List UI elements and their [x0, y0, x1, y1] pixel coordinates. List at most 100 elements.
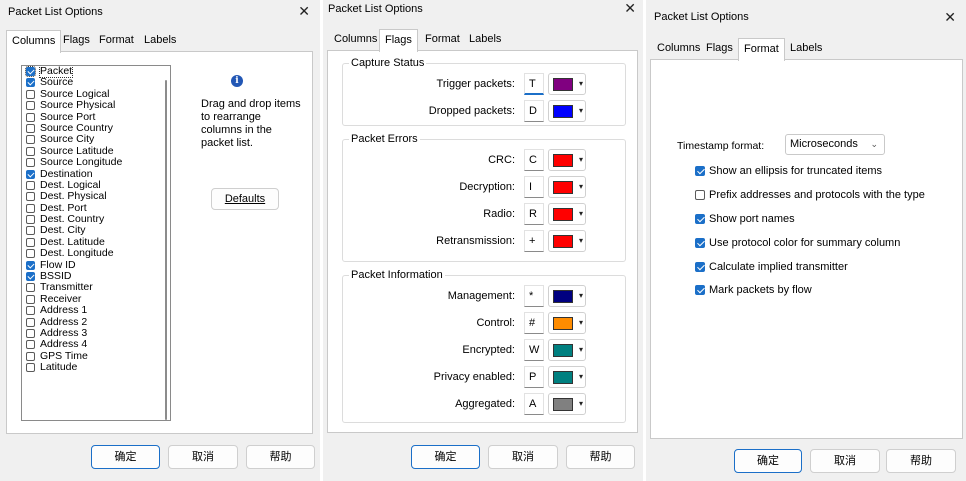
ok-button[interactable]: 确定 [411, 445, 480, 469]
color-picker-button[interactable]: ▾ [548, 73, 586, 95]
column-checkbox[interactable] [26, 249, 35, 259]
column-checkbox[interactable] [26, 112, 35, 122]
column-checkbox[interactable] [26, 135, 35, 145]
column-checkbox[interactable] [26, 294, 35, 304]
option-checkbox[interactable] [695, 214, 705, 224]
flag-char-input[interactable]: + [524, 230, 544, 252]
column-checkbox[interactable] [26, 89, 35, 99]
tab-flags[interactable]: Flags [701, 38, 738, 60]
option-checkbox[interactable] [695, 238, 705, 248]
column-checkbox[interactable] [26, 237, 35, 247]
column-checkbox[interactable] [26, 260, 35, 270]
tab-flags[interactable]: Flags [379, 29, 418, 52]
flag-char-input[interactable]: C [524, 149, 544, 171]
column-list-item[interactable]: Latitude [22, 361, 170, 373]
tab-columns[interactable]: Columns [652, 38, 705, 60]
color-picker-button[interactable]: ▾ [548, 285, 586, 307]
color-picker-button[interactable]: ▾ [548, 366, 586, 388]
cancel-button[interactable]: 取消 [810, 449, 880, 473]
close-icon[interactable]: ✕ [298, 3, 310, 19]
column-checkbox[interactable] [26, 169, 35, 179]
option-checkbox[interactable] [695, 190, 705, 200]
flag-char-input[interactable]: A [524, 393, 544, 415]
column-checkbox[interactable] [26, 283, 35, 293]
column-checkbox[interactable] [26, 146, 35, 156]
chevron-down-icon: ▾ [578, 291, 583, 300]
column-checkbox[interactable] [26, 158, 35, 168]
help-button[interactable]: 帮助 [566, 445, 635, 469]
chevron-down-icon: ▾ [578, 399, 583, 408]
color-picker-button[interactable]: ▾ [548, 312, 586, 334]
color-picker-button[interactable]: ▾ [548, 149, 586, 171]
option-checkbox[interactable] [695, 285, 705, 295]
flag-char-input[interactable]: D [524, 100, 544, 122]
flag-char-input[interactable]: R [524, 203, 544, 225]
info-icon: i [231, 75, 243, 87]
flag-label: Dropped packets: [428, 105, 515, 117]
flag-char-input[interactable]: T [524, 73, 544, 95]
flag-char-input[interactable]: * [524, 285, 544, 307]
flag-char-input[interactable]: I [524, 176, 544, 198]
tab-labels[interactable]: Labels [464, 29, 506, 51]
color-picker-button[interactable]: ▾ [548, 203, 586, 225]
help-button[interactable]: 帮助 [246, 445, 315, 469]
column-checkbox[interactable] [26, 328, 35, 338]
column-checkbox[interactable] [26, 101, 35, 111]
column-checkbox[interactable] [26, 203, 35, 213]
close-icon[interactable]: ✕ [944, 9, 956, 25]
column-checkbox[interactable] [26, 215, 35, 225]
column-checkbox[interactable] [26, 180, 35, 190]
tab-columns[interactable]: Columns [329, 29, 382, 51]
tab-labels[interactable]: Labels [785, 38, 827, 60]
ok-button[interactable]: 确定 [734, 449, 802, 473]
column-checkbox[interactable] [26, 192, 35, 202]
flag-label: CRC: [488, 154, 515, 166]
column-list[interactable]: Packet Source Source Logical Source Physica… [21, 65, 171, 421]
column-label: Receiver [40, 292, 82, 305]
column-checkbox[interactable] [26, 306, 35, 316]
color-swatch [553, 105, 573, 118]
columns-dialog: Packet List Options ✕ Columns Flags Form… [0, 0, 320, 481]
column-label: Source Physical [40, 99, 116, 112]
column-checkbox[interactable] [26, 272, 35, 282]
option-label: Mark packets by flow [709, 284, 812, 296]
close-icon[interactable]: ✕ [624, 0, 636, 16]
color-picker-button[interactable]: ▾ [548, 393, 586, 415]
cancel-button[interactable]: 取消 [168, 445, 238, 469]
column-label: Dest. City [40, 224, 86, 237]
column-checkbox[interactable] [26, 340, 35, 350]
ok-button[interactable]: 确定 [91, 445, 160, 469]
tab-labels[interactable]: Labels [139, 30, 181, 52]
color-picker-button[interactable]: ▾ [548, 176, 586, 198]
flag-char-input[interactable]: # [524, 312, 544, 334]
column-checkbox[interactable] [26, 351, 35, 361]
timestamp-format-select[interactable]: Microseconds ⌄ [785, 134, 885, 155]
column-checkbox[interactable] [25, 66, 36, 77]
color-swatch [553, 317, 573, 330]
help-button[interactable]: 帮助 [886, 449, 956, 473]
defaults-button[interactable]: Defaults [211, 188, 279, 210]
color-picker-button[interactable]: ▾ [548, 100, 586, 122]
column-checkbox[interactable] [26, 78, 35, 88]
flag-char-input[interactable]: P [524, 366, 544, 388]
defaults-button-label: Defaults [224, 193, 266, 205]
tab-format[interactable]: Format [94, 30, 139, 52]
column-checkbox[interactable] [26, 363, 35, 373]
option-checkbox[interactable] [695, 166, 705, 176]
tab-columns[interactable]: Columns [6, 30, 62, 53]
column-checkbox[interactable] [26, 123, 35, 133]
color-picker-button[interactable]: ▾ [548, 339, 586, 361]
tab-flags[interactable]: Flags [58, 30, 95, 52]
tab-format[interactable]: Format [420, 29, 465, 51]
option-label: Calculate implied transmitter [709, 261, 848, 273]
flag-char-input[interactable]: W [524, 339, 544, 361]
option-checkbox[interactable] [695, 262, 705, 272]
color-swatch [553, 371, 573, 384]
column-label: Packet [38, 65, 74, 78]
cancel-button[interactable]: 取消 [488, 445, 558, 469]
tab-format[interactable]: Format [738, 38, 785, 61]
column-checkbox[interactable] [26, 226, 35, 236]
column-label: Address 2 [40, 315, 88, 328]
color-picker-button[interactable]: ▾ [548, 230, 586, 252]
column-checkbox[interactable] [26, 317, 35, 327]
